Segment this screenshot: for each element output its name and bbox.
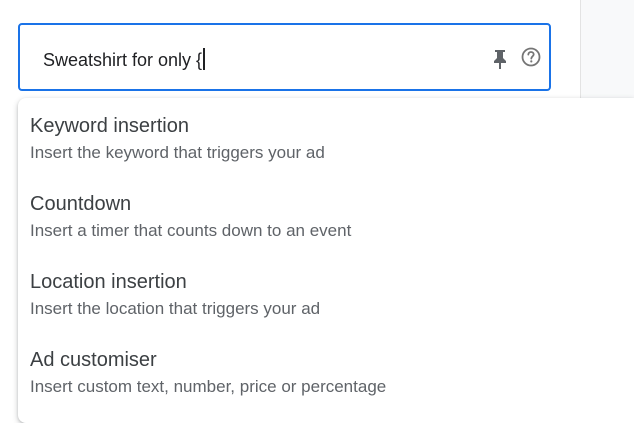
headline-input-value[interactable]: Sweatshirt for only { (43, 48, 205, 70)
menu-item-description: Insert custom text, number, price or per… (30, 377, 387, 396)
menu-item-keyword-insertion[interactable]: Keyword insertion Insert the keyword tha… (18, 98, 634, 176)
menu-item-title: Ad customiser (30, 349, 157, 371)
ad-editor-page: Sweatshirt for only { Keyword insertion … (0, 0, 634, 423)
headline-input[interactable]: Sweatshirt for only { (18, 23, 551, 91)
menu-item-description: Insert the location that triggers your a… (30, 299, 321, 318)
menu-item-title: Keyword insertion (30, 115, 189, 137)
pin-icon[interactable] (490, 48, 510, 70)
help-circle-icon[interactable] (520, 46, 542, 68)
menu-item-ad-customiser[interactable]: Ad customiser Insert custom text, number… (18, 332, 634, 410)
menu-item-location-insertion[interactable]: Location insertion Insert the location t… (18, 254, 634, 332)
menu-item-title: Location insertion (30, 271, 187, 293)
menu-item-countdown[interactable]: Countdown Insert a timer that counts dow… (18, 176, 634, 254)
menu-item-title: Countdown (30, 193, 132, 215)
insert-suggestions-menu: Keyword insertion Insert the keyword tha… (18, 98, 634, 423)
text-caret (203, 48, 205, 70)
menu-item-description: Insert a timer that counts down to an ev… (30, 221, 352, 240)
menu-item-description: Insert the keyword that triggers your ad (30, 143, 325, 162)
